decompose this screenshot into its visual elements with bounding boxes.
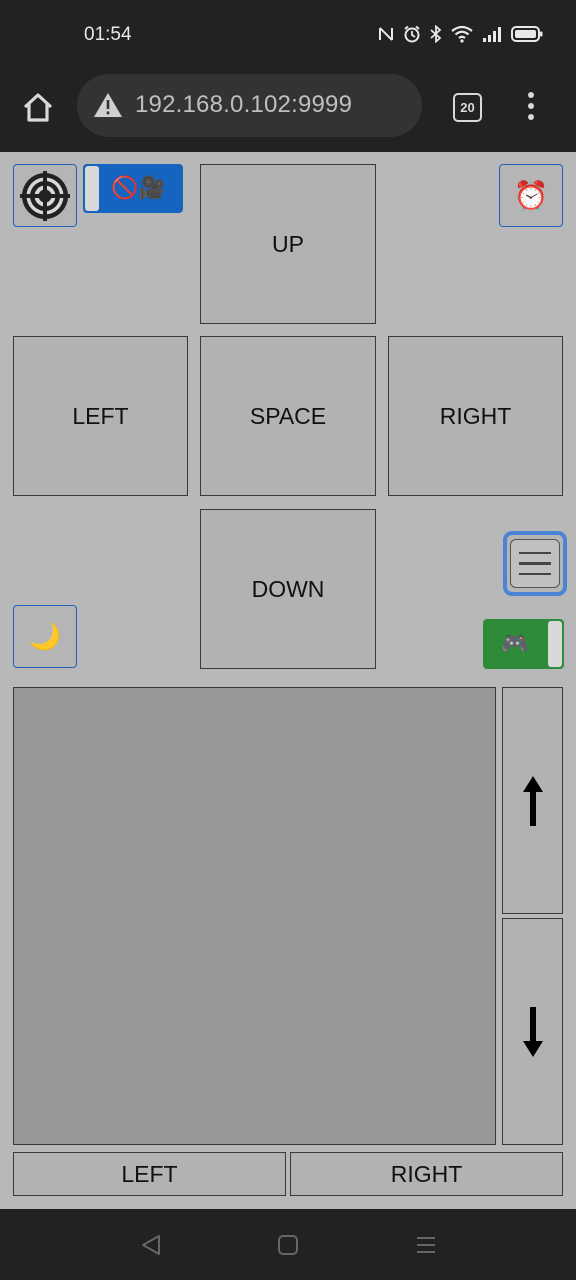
touchpad-area[interactable] (13, 687, 496, 1145)
browser-toolbar: 192.168.0.102:9999 20 (0, 74, 576, 152)
scroll-up-button[interactable] (502, 687, 563, 914)
down-key[interactable]: DOWN (200, 509, 376, 669)
warning-icon[interactable] (93, 92, 123, 118)
battery-icon (511, 26, 543, 42)
gamepad-toggle[interactable]: 🎮 (483, 619, 564, 669)
back-icon[interactable] (140, 1234, 162, 1256)
target-button[interactable] (13, 164, 77, 227)
left-key[interactable]: LEFT (13, 336, 188, 496)
wifi-icon (451, 25, 473, 43)
home-icon (23, 93, 53, 122)
alarm-button[interactable]: ⏰ (499, 164, 563, 227)
url-text: 192.168.0.102:9999 (135, 91, 353, 118)
toggle-knob (85, 166, 99, 211)
arrow-up-icon (522, 775, 543, 826)
scroll-down-button[interactable] (502, 918, 563, 1145)
toggle-knob (548, 621, 562, 667)
status-bar: 01:54 (0, 0, 576, 74)
alarm-clock-icon: ⏰ (513, 179, 549, 212)
hamburger-icon (510, 539, 560, 588)
right-key[interactable]: RIGHT (388, 336, 563, 496)
no-camera-icon: 🚫🎥 (111, 176, 166, 201)
home-square-icon[interactable] (277, 1234, 299, 1256)
bluetooth-icon (430, 25, 442, 43)
menu-button[interactable] (503, 531, 567, 596)
recents-icon[interactable] (415, 1234, 437, 1256)
mouse-right-button[interactable]: RIGHT (290, 1152, 563, 1196)
alarm-icon (404, 25, 420, 43)
remote-control-panel: 🚫🎥 ⏰ UP LEFT SPACE RIGHT DOWN 🌙 🎮 LEFT R… (0, 152, 576, 1209)
nfc-icon (379, 27, 393, 41)
home-button[interactable] (20, 90, 56, 126)
target-icon (20, 170, 70, 221)
status-icons (378, 25, 543, 43)
night-mode-button[interactable]: 🌙 (13, 605, 77, 668)
gamepad-icon: 🎮 (501, 631, 529, 657)
mouse-left-button[interactable]: LEFT (13, 1152, 286, 1196)
moon-icon: 🌙 (28, 621, 62, 652)
tab-switcher-button[interactable]: 20 (453, 93, 482, 122)
status-time: 01:54 (84, 24, 132, 45)
system-nav-bar (0, 1209, 576, 1280)
signal-icon (483, 27, 501, 42)
camera-toggle[interactable]: 🚫🎥 (83, 164, 183, 213)
space-key[interactable]: SPACE (200, 336, 376, 496)
up-key[interactable]: UP (200, 164, 376, 324)
menu-dots-icon[interactable] (524, 92, 538, 122)
arrow-down-icon (522, 1006, 543, 1057)
address-bar[interactable]: 192.168.0.102:9999 (77, 74, 422, 137)
